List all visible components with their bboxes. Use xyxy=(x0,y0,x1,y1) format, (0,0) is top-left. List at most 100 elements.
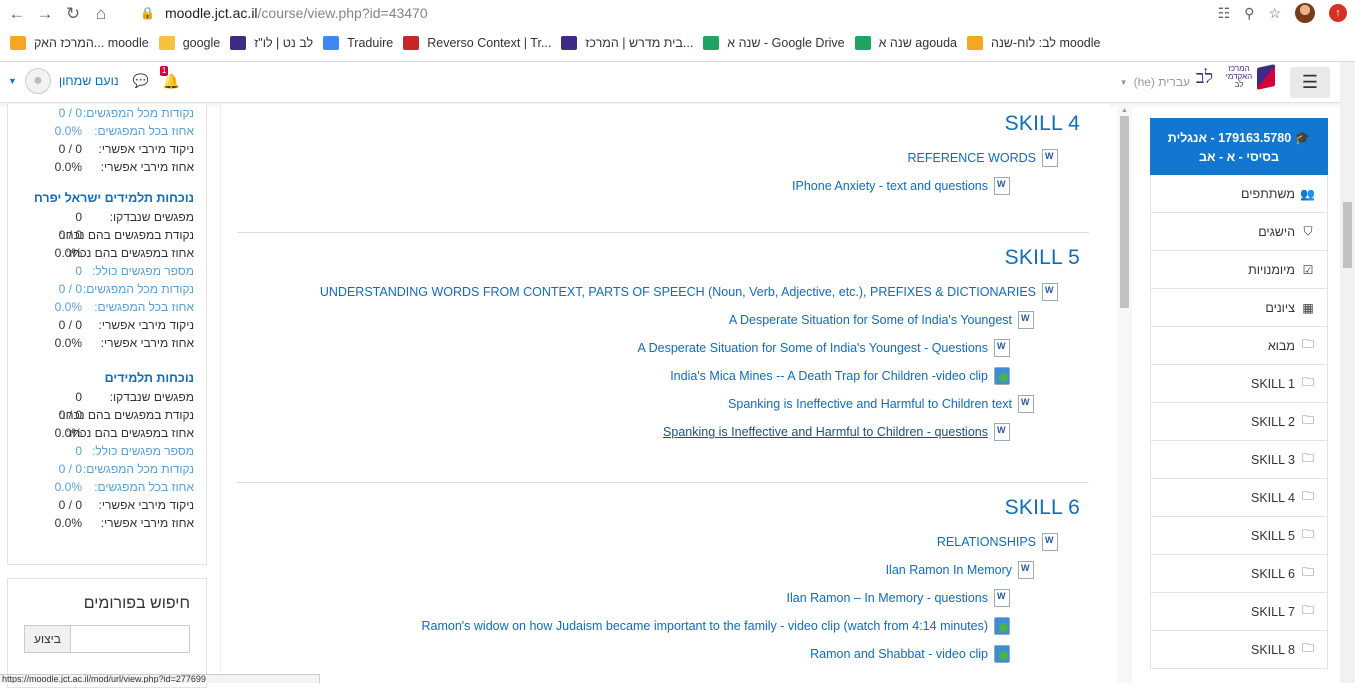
bookmark-item[interactable]: שנה א agouda xyxy=(854,36,957,50)
forum-search-block: חיפוש בפורומים ביצוע xyxy=(7,578,207,688)
nav-item-הישגים[interactable]: ⛉ הישגים xyxy=(1150,213,1328,251)
update-icon[interactable]: ↑ xyxy=(1329,4,1347,22)
back-icon[interactable]: ← xyxy=(6,3,28,25)
translate-icon[interactable]: ☷ xyxy=(1218,5,1231,22)
activity-link[interactable]: RELATIONSHIPS xyxy=(937,535,1036,549)
nav-item-skill-7[interactable]: 🗀 SKILL 7 xyxy=(1150,593,1328,631)
stat-value: 0 / 0 xyxy=(58,282,82,296)
message-icon[interactable]: 💬 xyxy=(133,73,149,89)
nav-item-label: מבוא xyxy=(1267,338,1295,353)
url-icon[interactable] xyxy=(994,367,1010,385)
url-path: /course/view.php?id=43470 xyxy=(257,5,428,21)
stat-label: אחוז במפגשים בהם נכחו: xyxy=(65,246,194,260)
nav-item-מיומנויות[interactable]: ☑ מיומנויות xyxy=(1150,251,1328,289)
word-icon[interactable] xyxy=(994,177,1010,195)
user-menu[interactable]: ▼ ● נועם שמחון 💬 🔔 1 xyxy=(8,65,180,94)
site-logo[interactable]: המרכז האקדמי לב לב xyxy=(1196,64,1275,90)
stat-value: 0.0% xyxy=(54,160,82,174)
activity-link[interactable]: Ilan Ramon – In Memory - questions xyxy=(787,591,988,605)
page-scrollbar[interactable] xyxy=(1340,62,1355,683)
bookmark-item[interactable]: שנה א - Google Drive xyxy=(703,36,845,50)
stat-value: 0.0% xyxy=(54,300,82,314)
activity-link[interactable]: Ramon and Shabbat - video clip xyxy=(810,647,988,661)
section-title[interactable]: SKILL 6 xyxy=(236,496,1088,520)
menu-toggle-button[interactable]: ☰ xyxy=(1290,67,1330,98)
word-icon[interactable] xyxy=(1042,533,1058,551)
word-icon[interactable] xyxy=(994,589,1010,607)
activity-link[interactable]: IPhone Anxiety - text and questions xyxy=(792,179,988,193)
nav-item-skill-6[interactable]: 🗀 SKILL 6 xyxy=(1150,555,1328,593)
activity-link[interactable]: UNDERSTANDING WORDS FROM CONTEXT, PARTS … xyxy=(320,285,1036,299)
bookmark-item[interactable]: Traduire xyxy=(323,36,393,50)
word-icon[interactable] xyxy=(1018,395,1034,413)
home-icon[interactable]: ⌂ xyxy=(90,3,112,25)
url-icon[interactable] xyxy=(994,617,1010,635)
nav-item-label: משתתפים xyxy=(1241,186,1295,201)
forward-icon[interactable]: → xyxy=(34,3,56,25)
nav-item-skill-4[interactable]: 🗀 SKILL 4 xyxy=(1150,479,1328,517)
profile-avatar[interactable] xyxy=(1295,3,1315,23)
bookmark-icon xyxy=(703,36,720,50)
stat-label: מפגשים שנבדקו: xyxy=(109,390,194,404)
bookmark-item[interactable]: בית מדרש | המרכז... xyxy=(561,36,693,50)
section-title[interactable]: SKILL 4 xyxy=(236,112,1088,136)
activity-link[interactable]: Ramon's widow on how Judaism became impo… xyxy=(421,619,988,633)
search-submit-button[interactable]: ביצוע xyxy=(24,625,70,653)
nav-item-skill-3[interactable]: 🗀 SKILL 3 xyxy=(1150,441,1328,479)
folder-icon: 🗀 xyxy=(1301,565,1314,579)
nav-item-skill-5[interactable]: 🗀 SKILL 5 xyxy=(1150,517,1328,555)
forum-search-input[interactable] xyxy=(70,625,190,653)
stat-label: נקודת במפגשים בהם נכחו: xyxy=(59,408,194,422)
user-name[interactable]: נועם שמחון xyxy=(59,74,119,88)
scrollbar-thumb[interactable] xyxy=(1120,116,1129,308)
bookmark-label: Reverso Context | Tr... xyxy=(427,36,552,50)
zoom-icon[interactable]: ⚲ xyxy=(1244,5,1254,22)
activity-link[interactable]: India's Mica Mines -- A Death Trap for C… xyxy=(670,369,988,383)
attendance-group-rows: מפגשים שנבדקו: 0 נקודת במפגשים בהם נכחו: 0 … xyxy=(20,208,194,352)
stat-label: אחוז בכל המפגשים: xyxy=(94,300,194,314)
word-icon[interactable] xyxy=(994,423,1010,441)
bookmark-item[interactable]: לב נט | לו"ז xyxy=(230,36,313,50)
bookmark-item[interactable]: google xyxy=(158,36,220,50)
activity-item: Ilan Ramon – In Memory - questions xyxy=(236,584,1088,612)
activity-link[interactable]: A Desperate Situation for Some of India'… xyxy=(729,313,1012,327)
url-icon[interactable] xyxy=(994,645,1010,663)
browser-toolbar: ← → ↻ ⌂ 🔒 moodle.jct.ac.il/course/view.p… xyxy=(0,0,1355,27)
language-menu[interactable]: עברית (he) ▼ xyxy=(1120,75,1190,89)
word-icon[interactable] xyxy=(1042,283,1058,301)
nav-item-משתתפים[interactable]: 👥 משתתפים xyxy=(1150,175,1328,213)
word-icon[interactable] xyxy=(1042,149,1058,167)
attendance-group-title[interactable]: נוכחות תלמידים ישראל יפרח xyxy=(20,188,194,208)
bookmark-item[interactable]: לב: לוח-שנה moodle xyxy=(967,36,1100,50)
notification-bell-icon[interactable]: 🔔 1 xyxy=(159,65,180,90)
bookmark-item[interactable]: המרכז האק... moodle xyxy=(10,36,149,50)
word-icon[interactable] xyxy=(994,339,1010,357)
activity-link[interactable]: Spanking is Ineffective and Harmful to C… xyxy=(728,397,1012,411)
content-scrollbar[interactable]: ▲ xyxy=(1117,104,1132,683)
scroll-up-icon[interactable]: ▲ xyxy=(1121,107,1128,114)
nav-item-מבוא[interactable]: 🗀 מבוא xyxy=(1150,327,1328,365)
stat-label: נקודות מכל המפגשים: xyxy=(82,282,194,296)
nav-item-label: ציונים xyxy=(1265,300,1295,315)
activity-link[interactable]: Ilan Ramon In Memory xyxy=(886,563,1012,577)
nav-item-skill-8[interactable]: 🗀 SKILL 8 xyxy=(1150,631,1328,669)
course-nav-title[interactable]: 🎓 179163.5780 - אנגלית בסיסי - א - אב xyxy=(1150,118,1328,175)
activity-link[interactable]: REFERENCE WORDS xyxy=(908,151,1036,165)
attendance-group-title[interactable]: נוכחות תלמידים xyxy=(20,368,194,388)
star-icon[interactable]: ☆ xyxy=(1268,5,1281,22)
word-icon[interactable] xyxy=(1018,561,1034,579)
section-title[interactable]: SKILL 5 xyxy=(236,246,1088,270)
activity-link[interactable]: Spanking is Ineffective and Harmful to C… xyxy=(663,425,988,439)
nav-item-skill-1[interactable]: 🗀 SKILL 1 xyxy=(1150,365,1328,403)
word-icon[interactable] xyxy=(1018,311,1034,329)
address-bar[interactable]: 🔒 moodle.jct.ac.il/course/view.php?id=43… xyxy=(140,2,1195,24)
bookmark-item[interactable]: Reverso Context | Tr... xyxy=(403,36,551,50)
stat-value: 0.0% xyxy=(54,124,82,138)
nav-item-skill-2[interactable]: 🗀 SKILL 2 xyxy=(1150,403,1328,441)
stat-row: נקודת במפגשים בהם נכחו: 0 / 0 xyxy=(20,406,194,424)
nav-item-ציונים[interactable]: ▦ ציונים xyxy=(1150,289,1328,327)
folder-icon: 🗀 xyxy=(1301,375,1314,389)
reload-icon[interactable]: ↻ xyxy=(62,3,84,25)
activity-link[interactable]: A Desperate Situation for Some of India'… xyxy=(637,341,988,355)
scrollbar-thumb[interactable] xyxy=(1343,202,1352,268)
